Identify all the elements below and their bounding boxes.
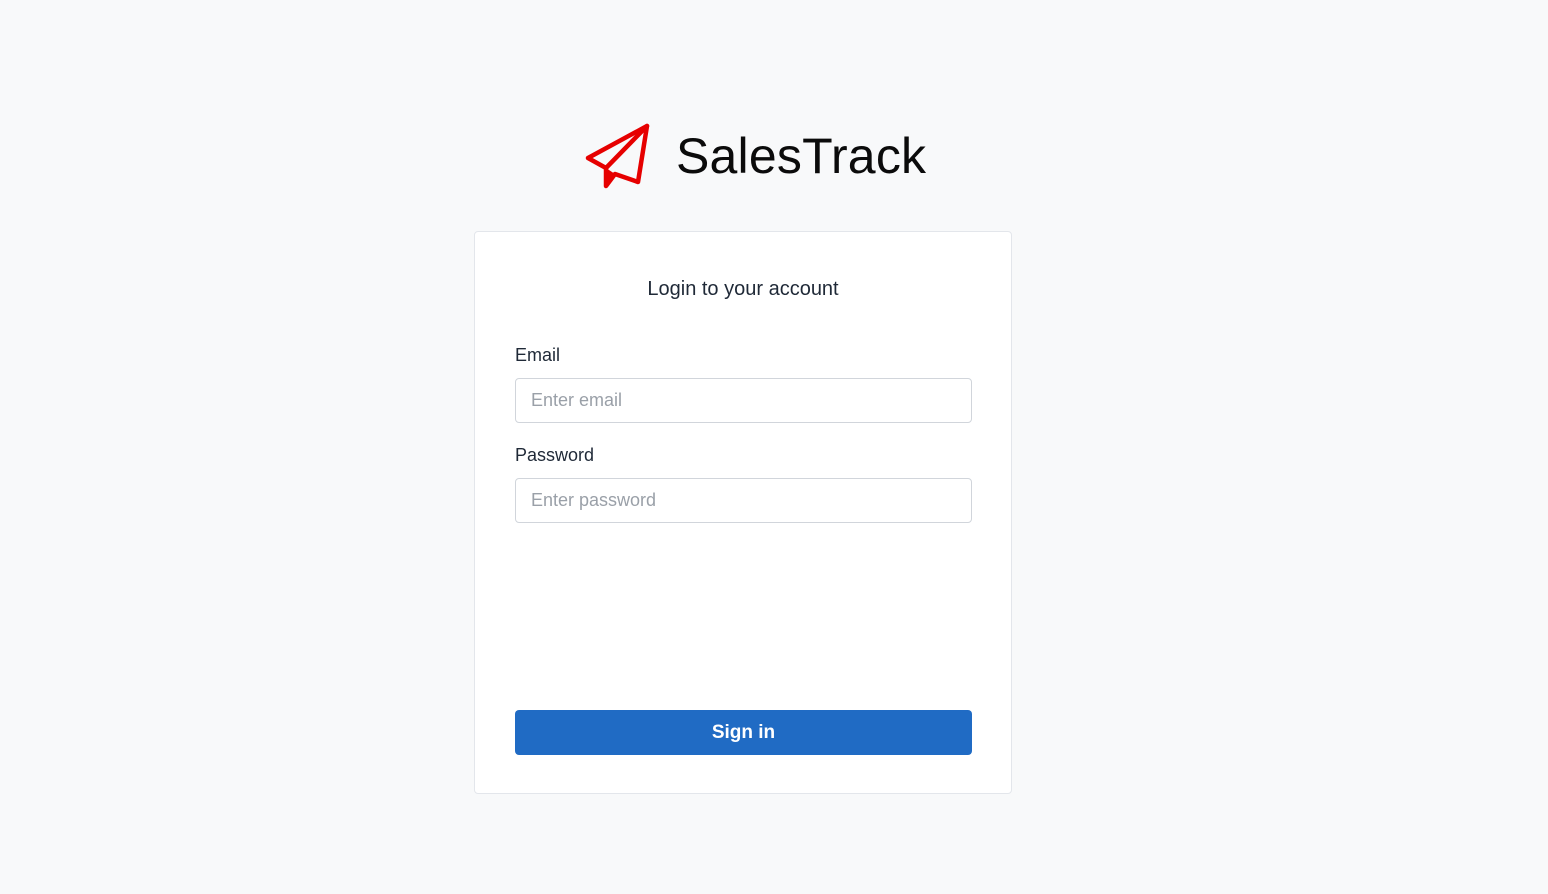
password-label: Password xyxy=(515,445,595,465)
login-card: Login to your account Email Password Sig… xyxy=(474,231,1012,794)
login-title: Login to your account xyxy=(647,278,839,300)
brand-name: SalesTrack xyxy=(676,128,927,184)
brand-header: SalesTrack xyxy=(584,121,926,191)
password-field[interactable] xyxy=(515,478,972,523)
sign-in-button[interactable]: Sign in xyxy=(515,710,972,755)
email-label: Email xyxy=(515,345,561,365)
paper-plane-icon xyxy=(585,123,650,189)
email-field[interactable] xyxy=(515,378,972,423)
login-page: SalesTrack Login to your account Email P… xyxy=(0,0,1548,894)
